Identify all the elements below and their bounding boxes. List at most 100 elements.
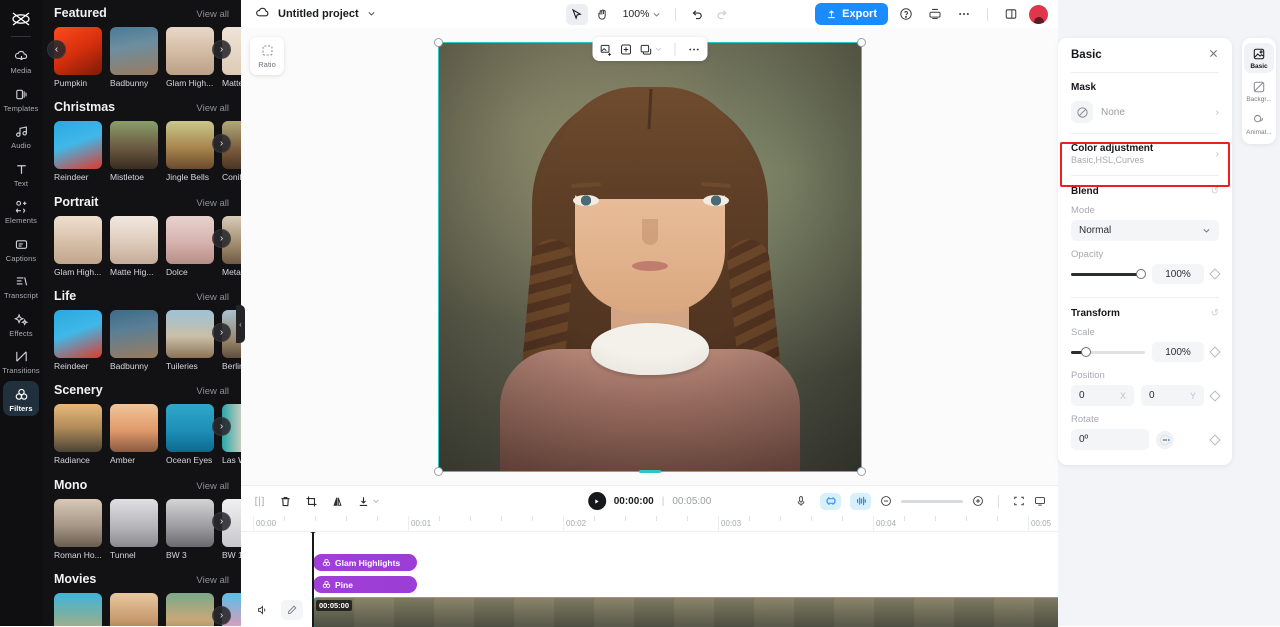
- mask-selector[interactable]: None ›: [1071, 93, 1219, 133]
- video-preview[interactable]: [437, 41, 862, 472]
- auto-caption-icon[interactable]: [820, 492, 841, 510]
- sidebar-item-transcript[interactable]: Transcript: [3, 268, 39, 304]
- timeline-clip-video[interactable]: 00:05:00: [313, 597, 1058, 627]
- reset-icon[interactable]: ↺: [1211, 308, 1219, 319]
- zoom-out-icon[interactable]: [880, 495, 892, 507]
- select-tool-button[interactable]: [565, 3, 588, 25]
- crop-icon[interactable]: [305, 495, 318, 508]
- filter-thumb[interactable]: Badbunny: [110, 310, 158, 371]
- filter-thumb[interactable]: Glam High...: [166, 27, 214, 88]
- scroll-right-icon[interactable]: ›: [212, 323, 231, 343]
- position-x-field[interactable]: 0 X: [1071, 385, 1134, 406]
- blend-mode-select[interactable]: Normal: [1071, 220, 1219, 241]
- resize-handle-bottom-left[interactable]: [433, 466, 443, 476]
- scroll-right-icon[interactable]: ›: [212, 228, 231, 248]
- filter-thumb[interactable]: BW 3: [166, 498, 214, 560]
- audio-wave-icon[interactable]: [850, 492, 871, 510]
- filter-thumb[interactable]: Mistletoe: [110, 121, 158, 182]
- filter-thumb[interactable]: Tunnel: [110, 498, 158, 560]
- view-all-link[interactable]: View all: [196, 198, 229, 209]
- filter-thumb[interactable]: Roman Ho...: [54, 498, 102, 560]
- filter-thumb[interactable]: Badbunny: [110, 27, 158, 88]
- resize-handle-bottom-center[interactable]: [638, 469, 661, 473]
- sidebar-item-text[interactable]: Text: [3, 156, 39, 192]
- view-all-link[interactable]: View all: [196, 103, 229, 114]
- filter-thumb[interactable]: Ocean Eyes: [166, 404, 214, 465]
- chevron-down-icon[interactable]: [367, 5, 376, 23]
- playhead-knob[interactable]: [307, 532, 318, 533]
- add-image-icon[interactable]: [599, 43, 612, 56]
- scroll-left-icon[interactable]: ‹: [47, 40, 66, 59]
- fullscreen-icon[interactable]: [1034, 495, 1046, 507]
- avatar[interactable]: [1029, 4, 1048, 24]
- mic-icon[interactable]: [790, 493, 811, 510]
- slider-knob[interactable]: [1136, 269, 1146, 279]
- filter-thumb[interactable]: Dolce: [166, 215, 214, 277]
- filter-thumb[interactable]: Glam High...: [54, 215, 102, 277]
- undo-button[interactable]: [685, 4, 707, 25]
- sidebar-item-filters[interactable]: Filters: [3, 380, 39, 416]
- keyframe-icon[interactable]: [1209, 268, 1221, 280]
- view-all-link[interactable]: View all: [196, 481, 229, 492]
- more-options-button[interactable]: [953, 4, 975, 25]
- chevron-right-icon[interactable]: ›: [1216, 107, 1219, 118]
- tab-background[interactable]: Backgr...: [1244, 76, 1274, 106]
- zoom-in-icon[interactable]: [972, 495, 984, 507]
- filter-thumb[interactable]: Jingle Bells: [166, 121, 214, 182]
- tab-animation[interactable]: Animat...: [1244, 109, 1274, 139]
- sidebar-item-elements[interactable]: Elements: [3, 193, 39, 229]
- edit-icon[interactable]: [281, 600, 303, 620]
- rotate-field[interactable]: 0º: [1071, 429, 1149, 450]
- scale-value[interactable]: 100%: [1152, 342, 1204, 362]
- capcut-logo[interactable]: [8, 8, 34, 30]
- split-icon[interactable]: [253, 495, 266, 508]
- export-button[interactable]: Export: [815, 3, 888, 25]
- video-selection[interactable]: [433, 37, 866, 476]
- close-icon[interactable]: [1208, 46, 1219, 64]
- scroll-right-icon[interactable]: ›: [212, 40, 231, 59]
- filter-thumb[interactable]: [166, 593, 214, 626]
- filter-library-panel[interactable]: Featured View all ‹ Pumpkin Badbunny Gla…: [42, 0, 241, 626]
- view-all-link[interactable]: View all: [196, 575, 229, 586]
- fit-icon[interactable]: [1013, 495, 1025, 507]
- tab-basic[interactable]: Basic: [1244, 43, 1274, 73]
- filter-thumb[interactable]: Radiance: [54, 404, 102, 465]
- timeline-clip-filter[interactable]: Pine: [313, 576, 417, 593]
- filter-thumb[interactable]: Reindeer: [54, 121, 102, 182]
- filter-thumb[interactable]: Matte Hig...: [110, 215, 158, 277]
- sidebar-item-transitions[interactable]: Transitions: [2, 343, 40, 379]
- filter-thumb[interactable]: Amber: [110, 404, 158, 465]
- scale-slider[interactable]: [1071, 347, 1145, 357]
- more-icon[interactable]: [687, 43, 700, 56]
- keyframe-icon[interactable]: [1209, 346, 1221, 358]
- layout-toggle-button[interactable]: [1000, 4, 1022, 25]
- timeline-clip-filter[interactable]: Glam Highlights: [313, 554, 417, 571]
- view-all-link[interactable]: View all: [196, 292, 229, 303]
- timeline-zoom-slider[interactable]: [901, 499, 963, 503]
- keyframe-icon[interactable]: [1209, 433, 1221, 446]
- opacity-value[interactable]: 100%: [1152, 264, 1204, 284]
- rotate-dial[interactable]: [1156, 430, 1174, 449]
- position-y-field[interactable]: 0 Y: [1141, 385, 1204, 406]
- filter-thumb[interactable]: Reindeer: [54, 310, 102, 371]
- view-all-link[interactable]: View all: [196, 9, 229, 20]
- redo-button[interactable]: [711, 4, 733, 25]
- delete-icon[interactable]: [279, 495, 292, 508]
- timeline-tracks[interactable]: Glam Highlights Pine 00:05:00: [241, 532, 1058, 627]
- scroll-right-icon[interactable]: ›: [212, 511, 231, 531]
- resize-handle-top-left[interactable]: [433, 37, 443, 47]
- download-icon[interactable]: [357, 495, 380, 508]
- project-info[interactable]: Untitled project: [255, 5, 376, 24]
- sidebar-item-captions[interactable]: Captions: [3, 231, 39, 267]
- playhead[interactable]: [307, 532, 318, 627]
- resize-handle-top-right[interactable]: [856, 37, 866, 47]
- sidebar-item-audio[interactable]: Audio: [3, 118, 39, 154]
- sidebar-item-media[interactable]: Media: [3, 43, 39, 79]
- keyframe-icon[interactable]: [1209, 389, 1221, 402]
- add-effect-icon[interactable]: [619, 43, 632, 56]
- slider-knob[interactable]: [1081, 347, 1092, 357]
- chevron-right-icon[interactable]: ›: [1216, 149, 1219, 160]
- resize-handle-bottom-right[interactable]: [856, 466, 866, 476]
- opacity-slider[interactable]: [1071, 269, 1146, 279]
- volume-icon[interactable]: [251, 600, 273, 620]
